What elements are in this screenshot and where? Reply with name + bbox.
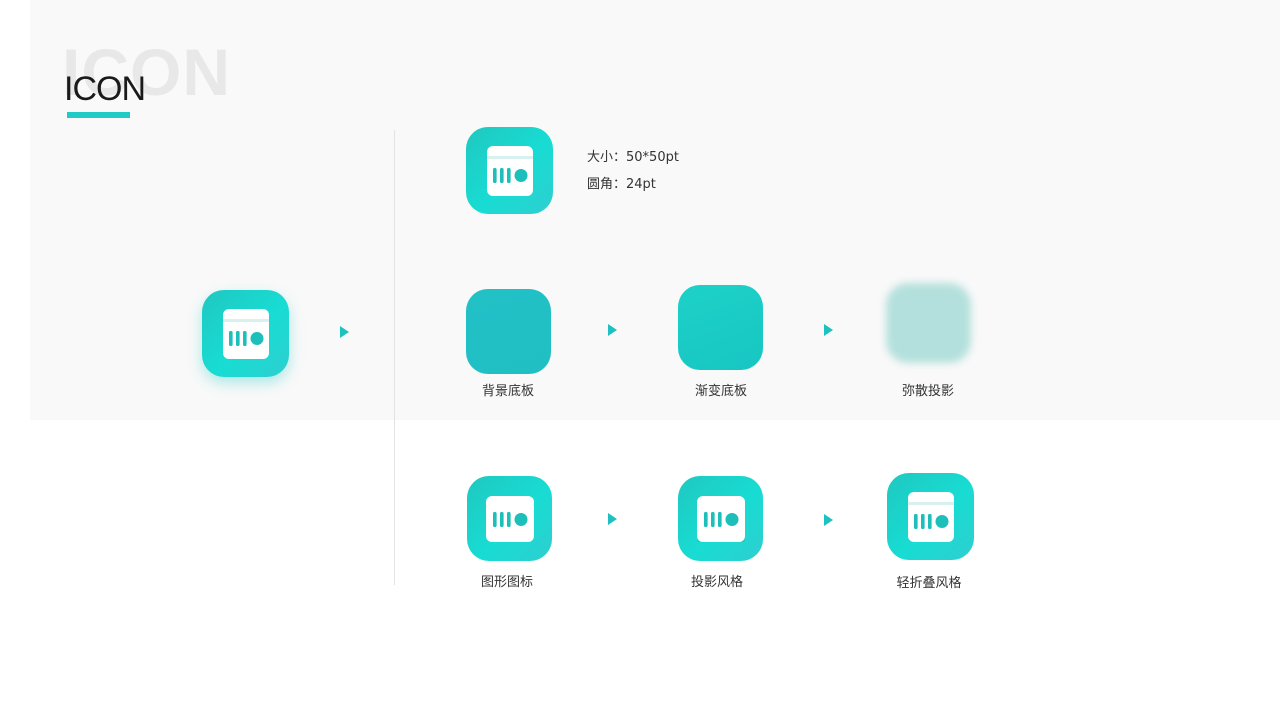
graphic-icon-tile (467, 476, 552, 561)
shadow-style-tile (678, 476, 763, 561)
radio-icon (696, 495, 745, 542)
light-fold-style-label: 轻折叠风格 (896, 576, 962, 591)
shadow-style-label: 投影风格 (690, 575, 743, 590)
radio-icon (486, 145, 533, 196)
radius-spec-value: 24pt (626, 177, 656, 192)
radius-spec-label: 圆角： (587, 177, 627, 192)
size-spec-value: 50*50pt (626, 150, 679, 165)
artboard: ICON ICON 大小：50*50pt 圆角：24pt 背景底板 渐变底板 弥… (0, 0, 1280, 720)
play-arrow-icon (340, 326, 349, 338)
radio-icon (907, 491, 954, 542)
light-fold-style-tile (887, 473, 974, 560)
graphic-icon-label: 图形图标 (480, 575, 533, 590)
radio-icon (222, 308, 269, 359)
play-arrow-icon (824, 514, 833, 526)
play-arrow-icon (608, 324, 617, 336)
background-plate-tile (466, 289, 551, 374)
gradient-plate-tile (678, 285, 763, 370)
diffuse-shadow-tile (886, 283, 971, 363)
diffuse-shadow-label: 弥散投影 (901, 384, 954, 399)
play-arrow-icon (608, 513, 617, 525)
background-plate-label: 背景底板 (481, 384, 534, 399)
vertical-divider (394, 130, 395, 585)
size-spec-label: 大小： (587, 150, 627, 165)
spec-radio-app-icon (466, 127, 553, 214)
final-radio-app-icon (202, 290, 289, 377)
title-underline (67, 112, 130, 118)
radio-icon (485, 495, 534, 542)
play-arrow-icon (824, 324, 833, 336)
page-title: ICON (64, 70, 146, 108)
gradient-plate-label: 渐变底板 (694, 384, 747, 399)
radius-spec: 圆角：24pt (587, 173, 656, 192)
size-spec: 大小：50*50pt (587, 146, 679, 165)
